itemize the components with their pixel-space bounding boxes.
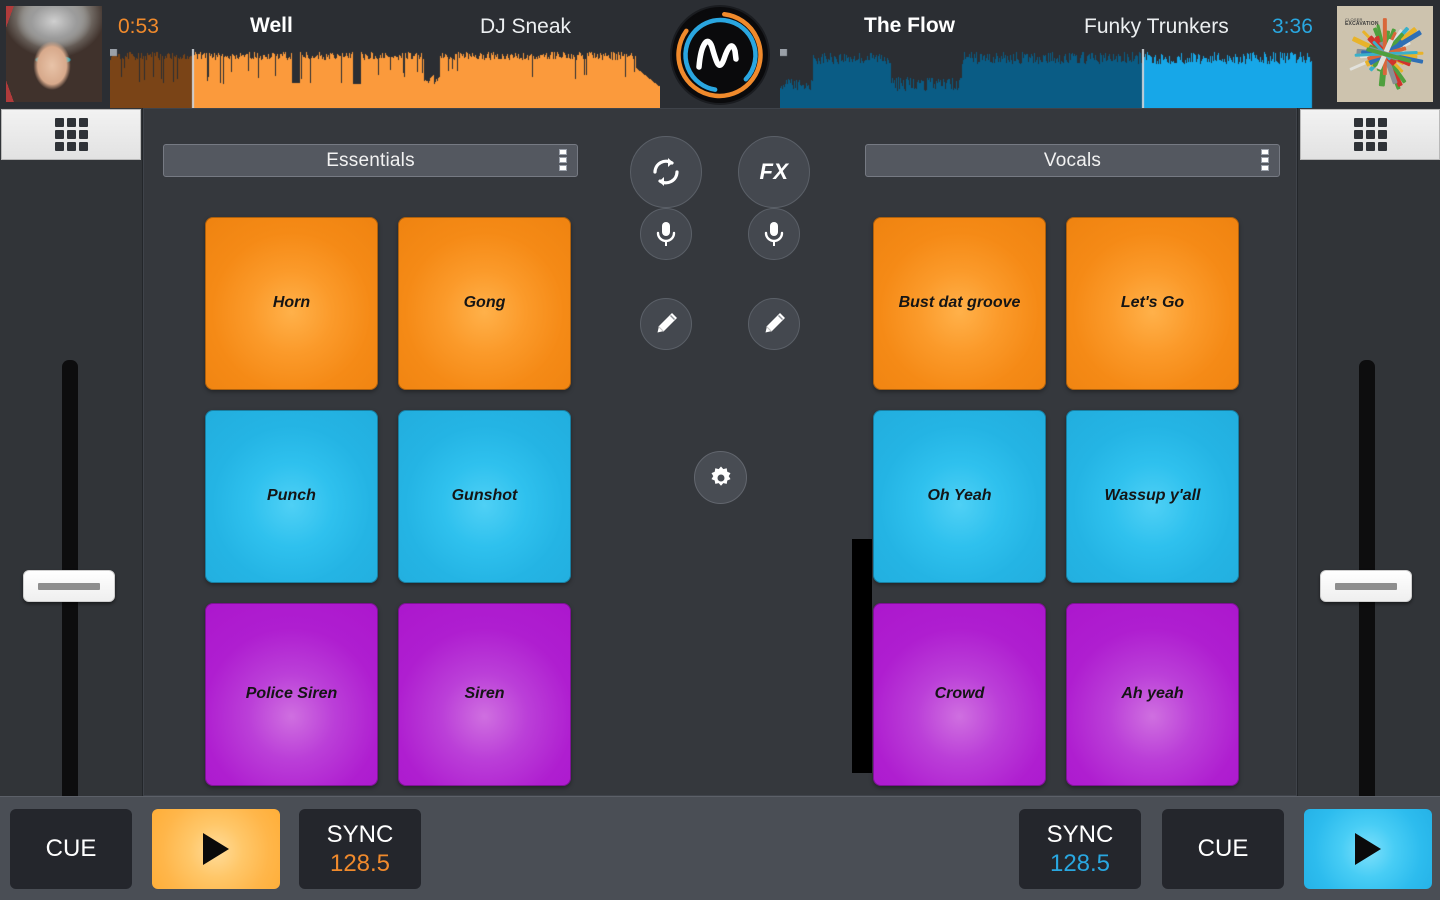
microphone-icon — [656, 222, 676, 246]
left-bank-header[interactable]: Essentials — [163, 144, 578, 177]
sample-pad-label: Let's Go — [1120, 294, 1185, 312]
settings-button[interactable] — [694, 451, 747, 504]
play-icon — [1355, 833, 1381, 865]
sample-pad-label: Crowd — [934, 685, 985, 703]
right-cue-button[interactable]: CUE — [1162, 809, 1284, 889]
fx-button[interactable]: FX — [738, 136, 810, 208]
gear-icon — [711, 466, 730, 486]
kebab-menu-icon[interactable] — [559, 149, 567, 171]
left-mic-button[interactable] — [640, 208, 692, 260]
sample-pad[interactable]: Crowd — [873, 603, 1046, 786]
waveform-circle-logo-icon — [674, 9, 766, 101]
sample-pad-label: Bust dat groove — [898, 294, 1021, 312]
right-deck-time: 3:36 — [1272, 15, 1313, 38]
kebab-menu-icon[interactable] — [1261, 149, 1269, 171]
sample-pad-label: Oh Yeah — [927, 487, 992, 505]
sample-pad[interactable]: Bust dat groove — [873, 217, 1046, 390]
left-bank-title: Essentials — [326, 149, 415, 171]
left-play-button[interactable] — [152, 809, 280, 889]
right-bpm-value: 128.5 — [1049, 849, 1111, 877]
grid-icon — [54, 118, 88, 151]
right-pad-grid: Bust dat groove Let's Go Oh Yeah Wassup y'a… — [873, 217, 1239, 786]
sample-pad-label: Punch — [267, 487, 316, 505]
right-deck-side-panel — [1297, 108, 1440, 864]
right-sync-label: SYNC — [1046, 820, 1114, 848]
left-library-grid-button[interactable] — [1, 109, 141, 160]
left-deck-artwork[interactable] — [6, 6, 102, 102]
right-sync-button[interactable]: SYNC 128.5 — [1019, 809, 1141, 889]
pencil-icon — [765, 313, 785, 333]
right-bank-header[interactable]: Vocals — [865, 144, 1280, 177]
loop-icon — [653, 158, 679, 186]
right-deck-artist: Funky Trunkers — [1084, 15, 1229, 38]
sampler-deck-area: Essentials Vocals Horn Gong Punch Gunshot Po… — [143, 108, 1297, 796]
artwork-label: CLOSER EXCAVATION — [1345, 17, 1379, 27]
right-deck-title: The Flow — [864, 14, 955, 37]
sample-pad-label: Gunshot — [451, 487, 518, 505]
artwork-image-left — [6, 6, 102, 102]
right-play-button[interactable] — [1304, 809, 1432, 889]
sample-pad[interactable]: Ah yeah — [1066, 603, 1239, 786]
right-cue-label: CUE — [1197, 835, 1249, 862]
sample-pad-label: Horn — [272, 294, 311, 312]
left-cue-button[interactable]: CUE — [10, 809, 132, 889]
left-deck-time: 0:53 — [118, 15, 159, 38]
right-bank-title: Vocals — [1043, 149, 1102, 171]
right-deck-artwork[interactable]: CLOSER EXCAVATION — [1337, 6, 1433, 102]
transport-bar: CUE SYNC 128.5 SYNC 128.5 CUE — [0, 796, 1440, 900]
sample-pad[interactable]: Gunshot — [398, 410, 571, 583]
sample-pad[interactable]: Oh Yeah — [873, 410, 1046, 583]
sample-pad[interactable]: Horn — [205, 217, 378, 390]
left-pad-grid: Horn Gong Punch Gunshot Police Siren Siren — [205, 217, 571, 786]
sample-pad[interactable]: Gong — [398, 217, 571, 390]
artwork-label-big: EXCAVATION — [1345, 21, 1379, 27]
sample-pad[interactable]: Wassup y'all — [1066, 410, 1239, 583]
app-logo — [672, 7, 768, 103]
sample-pad[interactable]: Police Siren — [205, 603, 378, 786]
left-volume-fader-knob[interactable] — [23, 570, 115, 602]
sample-pad[interactable]: Punch — [205, 410, 378, 583]
left-deck-waveform[interactable] — [110, 49, 660, 108]
sample-pad-label: Police Siren — [245, 685, 338, 703]
left-deck-side-panel — [0, 108, 143, 864]
loop-button[interactable] — [630, 136, 702, 208]
microphone-icon — [764, 222, 784, 246]
sample-pad-label: Gong — [463, 294, 506, 312]
play-icon — [203, 833, 229, 865]
left-deck-title: Well — [250, 14, 293, 37]
top-track-bar: 0:53 Well DJ Sneak The Flow Funky Trunke… — [0, 0, 1440, 108]
right-mic-button[interactable] — [748, 208, 800, 260]
right-library-grid-button[interactable] — [1300, 109, 1440, 160]
fx-label: FX — [759, 159, 789, 184]
artwork-image-right: CLOSER EXCAVATION — [1337, 6, 1433, 102]
pencil-icon — [657, 313, 677, 333]
center-vertical-slider[interactable] — [852, 539, 872, 773]
sample-pad[interactable]: Let's Go — [1066, 217, 1239, 390]
right-deck-waveform[interactable] — [780, 49, 1330, 108]
right-volume-fader-knob[interactable] — [1320, 570, 1412, 602]
sample-pad-label: Siren — [464, 685, 505, 703]
sample-pad-label: Wassup y'all — [1104, 487, 1201, 505]
left-bpm-value: 128.5 — [329, 849, 391, 877]
sample-pad-label: Ah yeah — [1121, 685, 1184, 703]
left-sync-label: SYNC — [326, 820, 394, 848]
right-edit-button[interactable] — [748, 298, 800, 350]
left-edit-button[interactable] — [640, 298, 692, 350]
left-sync-button[interactable]: SYNC 128.5 — [299, 809, 421, 889]
left-cue-label: CUE — [45, 835, 97, 862]
left-deck-artist: DJ Sneak — [480, 15, 572, 38]
dj-app-screen: 0:53 Well DJ Sneak The Flow Funky Trunke… — [0, 0, 1440, 900]
grid-icon — [1353, 118, 1387, 151]
sample-pad[interactable]: Siren — [398, 603, 571, 786]
